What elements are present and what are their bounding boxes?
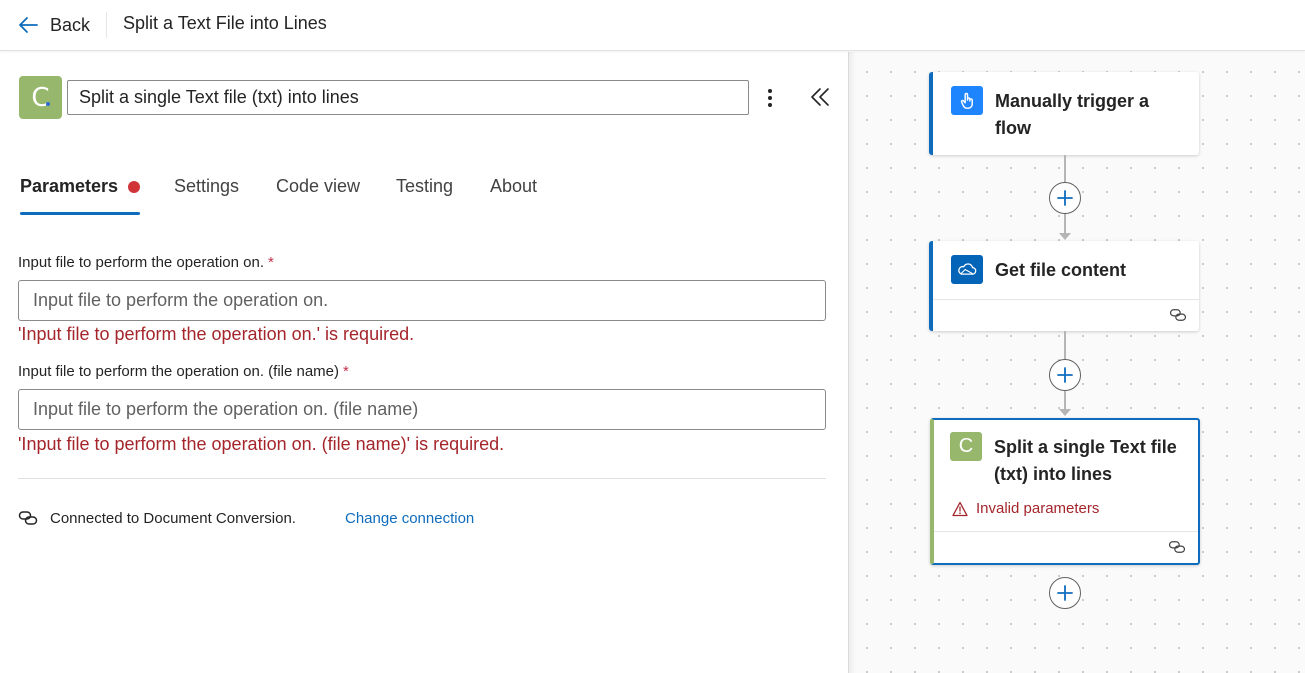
connection-link-icon bbox=[18, 511, 38, 525]
warning-icon bbox=[952, 501, 968, 516]
plus-icon bbox=[1057, 367, 1073, 383]
flow-card-split-text-file[interactable]: C Split a single Text file (txt) into li… bbox=[930, 418, 1200, 565]
card-footer bbox=[934, 531, 1198, 563]
parameters-error-badge bbox=[128, 181, 140, 193]
tab-settings[interactable]: Settings bbox=[174, 176, 239, 197]
input-file-error: 'Input file to perform the operation on.… bbox=[18, 324, 415, 344]
hand-pointer-icon bbox=[951, 86, 983, 115]
split-title-line2: (txt) into lines bbox=[994, 464, 1112, 484]
file-name-error: 'Input file to perform the operation on.… bbox=[18, 434, 505, 454]
collapse-panel-icon[interactable] bbox=[808, 86, 832, 108]
field-label-file-name: Input file to perform the operation on. … bbox=[18, 363, 349, 380]
flow-card-get-file-content[interactable]: Get file content bbox=[929, 241, 1199, 331]
card-footer bbox=[933, 299, 1199, 331]
more-dot bbox=[768, 89, 772, 93]
connector-arrow bbox=[1059, 409, 1071, 416]
connection-status: Connected to Document Conversion. bbox=[50, 510, 296, 527]
required-marker: * bbox=[343, 363, 349, 380]
more-dot bbox=[768, 96, 772, 100]
section-divider bbox=[18, 478, 826, 479]
page-title: Split a Text File into Lines bbox=[123, 13, 327, 33]
flow-card-manual-trigger[interactable]: Manually trigger a flow bbox=[929, 72, 1199, 155]
back-arrow-icon bbox=[19, 17, 38, 33]
onedrive-cloud-icon bbox=[951, 255, 983, 284]
top-bar: Back Split a Text File into Lines bbox=[0, 0, 1305, 51]
canvas-edge-shadow bbox=[848, 52, 856, 673]
tab-code-view[interactable]: Code view bbox=[276, 176, 360, 197]
field-label-text: Input file to perform the operation on. bbox=[18, 254, 264, 271]
tab-parameters[interactable]: Parameters bbox=[20, 176, 118, 197]
required-marker: * bbox=[267, 254, 274, 271]
connection-link-icon bbox=[1169, 309, 1187, 321]
action-name-input[interactable] bbox=[67, 80, 749, 115]
tab-testing[interactable]: Testing bbox=[396, 176, 453, 197]
split-title-line1: Split a single Text file bbox=[994, 437, 1177, 457]
tab-about[interactable]: About bbox=[490, 176, 537, 197]
field-label-text: Input file to perform the operation on. … bbox=[18, 363, 340, 380]
action-logo: C bbox=[19, 76, 62, 119]
connection-link-icon bbox=[1168, 541, 1186, 553]
trigger-title-line1: Manually trigger a bbox=[995, 91, 1150, 111]
plus-icon bbox=[1057, 585, 1073, 601]
trigger-title-line2: flow bbox=[995, 118, 1031, 138]
file-name-field[interactable] bbox=[18, 389, 826, 430]
action-logo-letter: C bbox=[31, 82, 50, 113]
split-card-title: Split a single Text file (txt) into line… bbox=[994, 434, 1177, 488]
plus-icon bbox=[1057, 190, 1073, 206]
topbar-divider bbox=[106, 12, 107, 38]
get-file-content-title: Get file content bbox=[995, 260, 1127, 280]
connector-arrow bbox=[1059, 233, 1071, 240]
input-file-field[interactable] bbox=[18, 280, 826, 321]
invalid-parameters-warning: Invalid parameters bbox=[952, 500, 1099, 517]
back-button[interactable]: Back bbox=[16, 11, 90, 39]
change-connection-link[interactable]: Change connection bbox=[345, 510, 474, 527]
add-step-button[interactable] bbox=[1049, 182, 1081, 214]
document-conversion-logo-icon: C bbox=[950, 432, 982, 461]
active-tab-indicator bbox=[20, 212, 140, 215]
back-label: Back bbox=[50, 14, 91, 35]
action-logo-dot bbox=[46, 102, 50, 106]
more-options-button[interactable] bbox=[760, 86, 780, 110]
warning-text: Invalid parameters bbox=[976, 500, 1100, 517]
trigger-title: Manually trigger a flow bbox=[995, 88, 1149, 142]
field-label-input-file: Input file to perform the operation on. * bbox=[18, 254, 274, 271]
add-step-button[interactable] bbox=[1049, 359, 1081, 391]
add-step-button[interactable] bbox=[1049, 577, 1081, 609]
more-dot bbox=[768, 103, 772, 107]
logo-letter: C bbox=[958, 435, 974, 457]
